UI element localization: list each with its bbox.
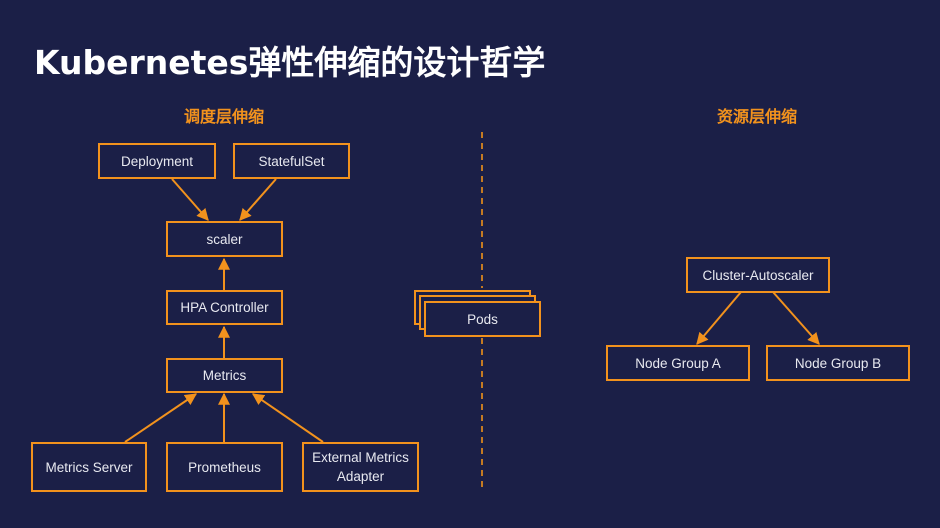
node-label: HPA Controller [180,300,269,315]
node-label: Cluster-Autoscaler [702,267,814,283]
node-group-b[interactable]: Node Group B [766,345,910,381]
node-label: Prometheus [188,459,261,475]
node-pods[interactable]: Pods [424,301,541,337]
node-label-line1: External Metrics [312,450,409,465]
node-label: StatefulSet [258,153,325,169]
node-label: Node Group A [635,355,721,371]
node-hpa-controller[interactable]: HPA Controller [166,290,283,325]
edge-autoscaler-nodegroupa [696,291,742,345]
node-label: scaler [206,231,243,247]
node-metrics-server[interactable]: Metrics Server [31,442,147,492]
node-scaler[interactable]: scaler [166,221,283,257]
node-label: Node Group B [794,355,882,371]
node-label: Deployment [120,153,194,169]
node-external-metrics-adapter[interactable]: External Metrics Adapter [302,442,419,492]
node-label: Pods [467,311,498,327]
node-deployment[interactable]: Deployment [98,143,216,179]
edge-metricsserver-metrics [124,393,197,443]
node-label: Metrics [202,368,247,383]
node-label-line2: Adapter [336,469,385,484]
edge-autoscaler-nodegroupb [772,291,820,345]
node-cluster-autoscaler[interactable]: Cluster-Autoscaler [686,257,830,293]
node-group-a[interactable]: Node Group A [606,345,750,381]
node-metrics[interactable]: Metrics [166,358,283,393]
edge-statefulset-scaler [239,178,277,221]
node-label: Metrics Server [45,459,133,475]
edge-adapter-metrics [252,393,324,443]
node-prometheus[interactable]: Prometheus [166,442,283,492]
node-statefulset[interactable]: StatefulSet [233,143,350,179]
edge-deployment-scaler [171,178,209,221]
